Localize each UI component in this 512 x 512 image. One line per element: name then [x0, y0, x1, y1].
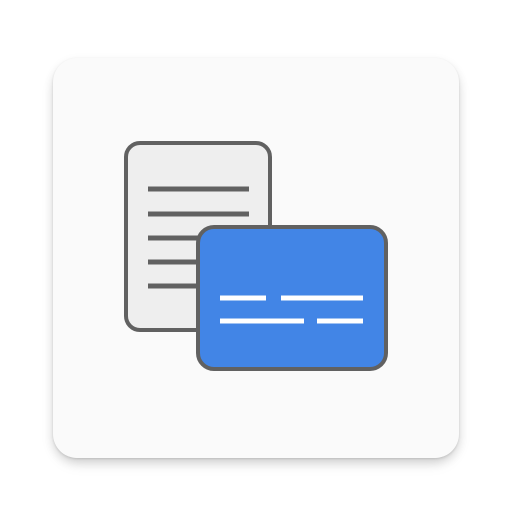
- card-icon: [196, 225, 388, 371]
- app-icon-canvas: [0, 0, 512, 512]
- document-with-card-icon: [124, 141, 388, 371]
